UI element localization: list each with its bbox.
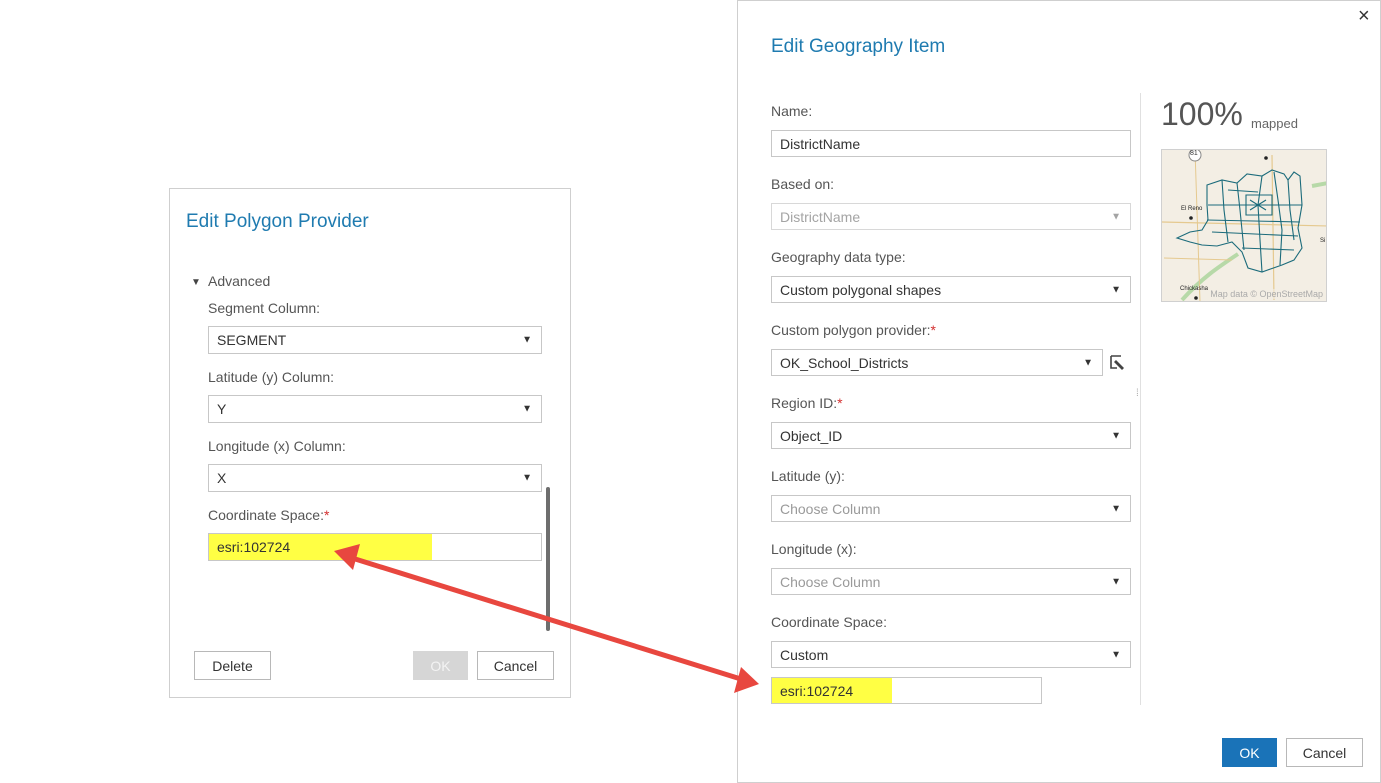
map-city-label: Chickasha <box>1180 286 1209 292</box>
name-input[interactable]: DistrictName <box>771 130 1131 157</box>
coordinate-space-value: Custom <box>780 646 829 663</box>
geography-data-type-select[interactable]: Custom polygonal shapes ▼ <box>771 276 1131 303</box>
latitude-column-value: Y <box>217 401 227 417</box>
region-id-value: Object_ID <box>780 427 843 444</box>
longitude-label: Longitude (x): <box>771 541 857 557</box>
map-preview: 81 El Reno Chickasha Si Map data © OpenS… <box>1161 149 1327 302</box>
latitude-placeholder: Choose Column <box>780 500 881 517</box>
coordinate-space-label: Coordinate Space:* <box>208 507 330 523</box>
latitude-label: Latitude (y): <box>771 468 845 484</box>
map-attribution: Map data © OpenStreetMap <box>1210 289 1323 299</box>
based-on-select: DistrictName ▼ <box>771 203 1131 230</box>
longitude-placeholder: Choose Column <box>780 573 881 590</box>
longitude-column-label: Longitude (x) Column: <box>208 438 346 454</box>
based-on-value: DistrictName <box>780 208 861 225</box>
edit-provider-icon[interactable] <box>1109 354 1127 372</box>
map-city-label: El Reno <box>1181 206 1203 212</box>
chevron-down-icon: ▼ <box>1111 211 1121 222</box>
ok-button[interactable]: OK <box>1222 738 1277 767</box>
cancel-button[interactable]: Cancel <box>477 651 554 680</box>
custom-coordinate-input[interactable]: esri:102724 <box>771 677 1042 704</box>
panel-divider <box>1140 93 1141 705</box>
geography-data-type-value: Custom polygonal shapes <box>780 281 942 298</box>
coordinate-space-value: esri:102724 <box>217 539 291 555</box>
chevron-down-icon: ▼ <box>522 472 532 484</box>
edit-polygon-provider-dialog: Edit Polygon Provider ▼ Advanced Segment… <box>169 188 571 698</box>
cancel-button[interactable]: Cancel <box>1286 738 1363 767</box>
dialog-title: Edit Geography Item <box>771 36 946 57</box>
longitude-select[interactable]: Choose Column ▼ <box>771 568 1131 595</box>
edit-geography-item-dialog: × Edit Geography Item Name: DistrictName… <box>737 0 1381 783</box>
mapped-percent: 100% <box>1161 96 1243 132</box>
chevron-down-icon: ▼ <box>1111 576 1121 587</box>
chevron-down-icon: ▼ <box>522 403 532 415</box>
custom-polygon-provider-value: OK_School_Districts <box>780 354 909 371</box>
name-value: DistrictName <box>780 135 861 152</box>
latitude-column-select[interactable]: Y ▼ <box>208 395 542 423</box>
segment-column-value: SEGMENT <box>217 332 287 348</box>
geography-data-type-label: Geography data type: <box>771 249 906 265</box>
advanced-section-toggle[interactable]: Advanced <box>208 273 270 289</box>
collapse-triangle-icon[interactable]: ▼ <box>191 277 201 288</box>
name-label: Name: <box>771 103 813 119</box>
chevron-down-icon: ▼ <box>1111 503 1121 514</box>
chevron-down-icon: ▼ <box>1111 430 1121 441</box>
latitude-select[interactable]: Choose Column ▼ <box>771 495 1131 522</box>
region-id-select[interactable]: Object_ID ▼ <box>771 422 1131 449</box>
coordinate-space-input[interactable]: esri:102724 <box>208 533 542 561</box>
custom-coordinate-value: esri:102724 <box>780 682 854 699</box>
longitude-column-select[interactable]: X ▼ <box>208 464 542 492</box>
segment-column-select[interactable]: SEGMENT ▼ <box>208 326 542 354</box>
map-edge-label: Si <box>1320 238 1326 244</box>
based-on-label: Based on: <box>771 176 835 192</box>
custom-polygon-provider-select[interactable]: OK_School_Districts ▼ <box>771 349 1103 376</box>
scrollbar[interactable] <box>546 487 550 631</box>
segment-column-label: Segment Column: <box>208 300 321 316</box>
coordinate-space-label: Coordinate Space: <box>771 614 887 630</box>
dialog-title: Edit Polygon Provider <box>186 211 369 232</box>
mapped-label: mapped <box>1251 116 1298 131</box>
region-id-label: Region ID:* <box>771 395 843 411</box>
chevron-down-icon: ▼ <box>1083 357 1093 368</box>
highway-shield-label: 81 <box>1190 150 1198 157</box>
chevron-down-icon: ▼ <box>1111 649 1121 660</box>
custom-polygon-provider-label: Custom polygon provider:* <box>771 322 936 338</box>
close-icon[interactable]: × <box>1358 5 1370 28</box>
delete-button[interactable]: Delete <box>194 651 271 680</box>
longitude-column-value: X <box>217 470 227 486</box>
ok-button[interactable]: OK <box>413 651 468 680</box>
resize-grip-icon[interactable]: ⁞ <box>1136 389 1139 399</box>
latitude-column-label: Latitude (y) Column: <box>208 369 335 385</box>
coordinate-space-select[interactable]: Custom ▼ <box>771 641 1131 668</box>
chevron-down-icon: ▼ <box>522 334 532 346</box>
chevron-down-icon: ▼ <box>1111 284 1121 295</box>
